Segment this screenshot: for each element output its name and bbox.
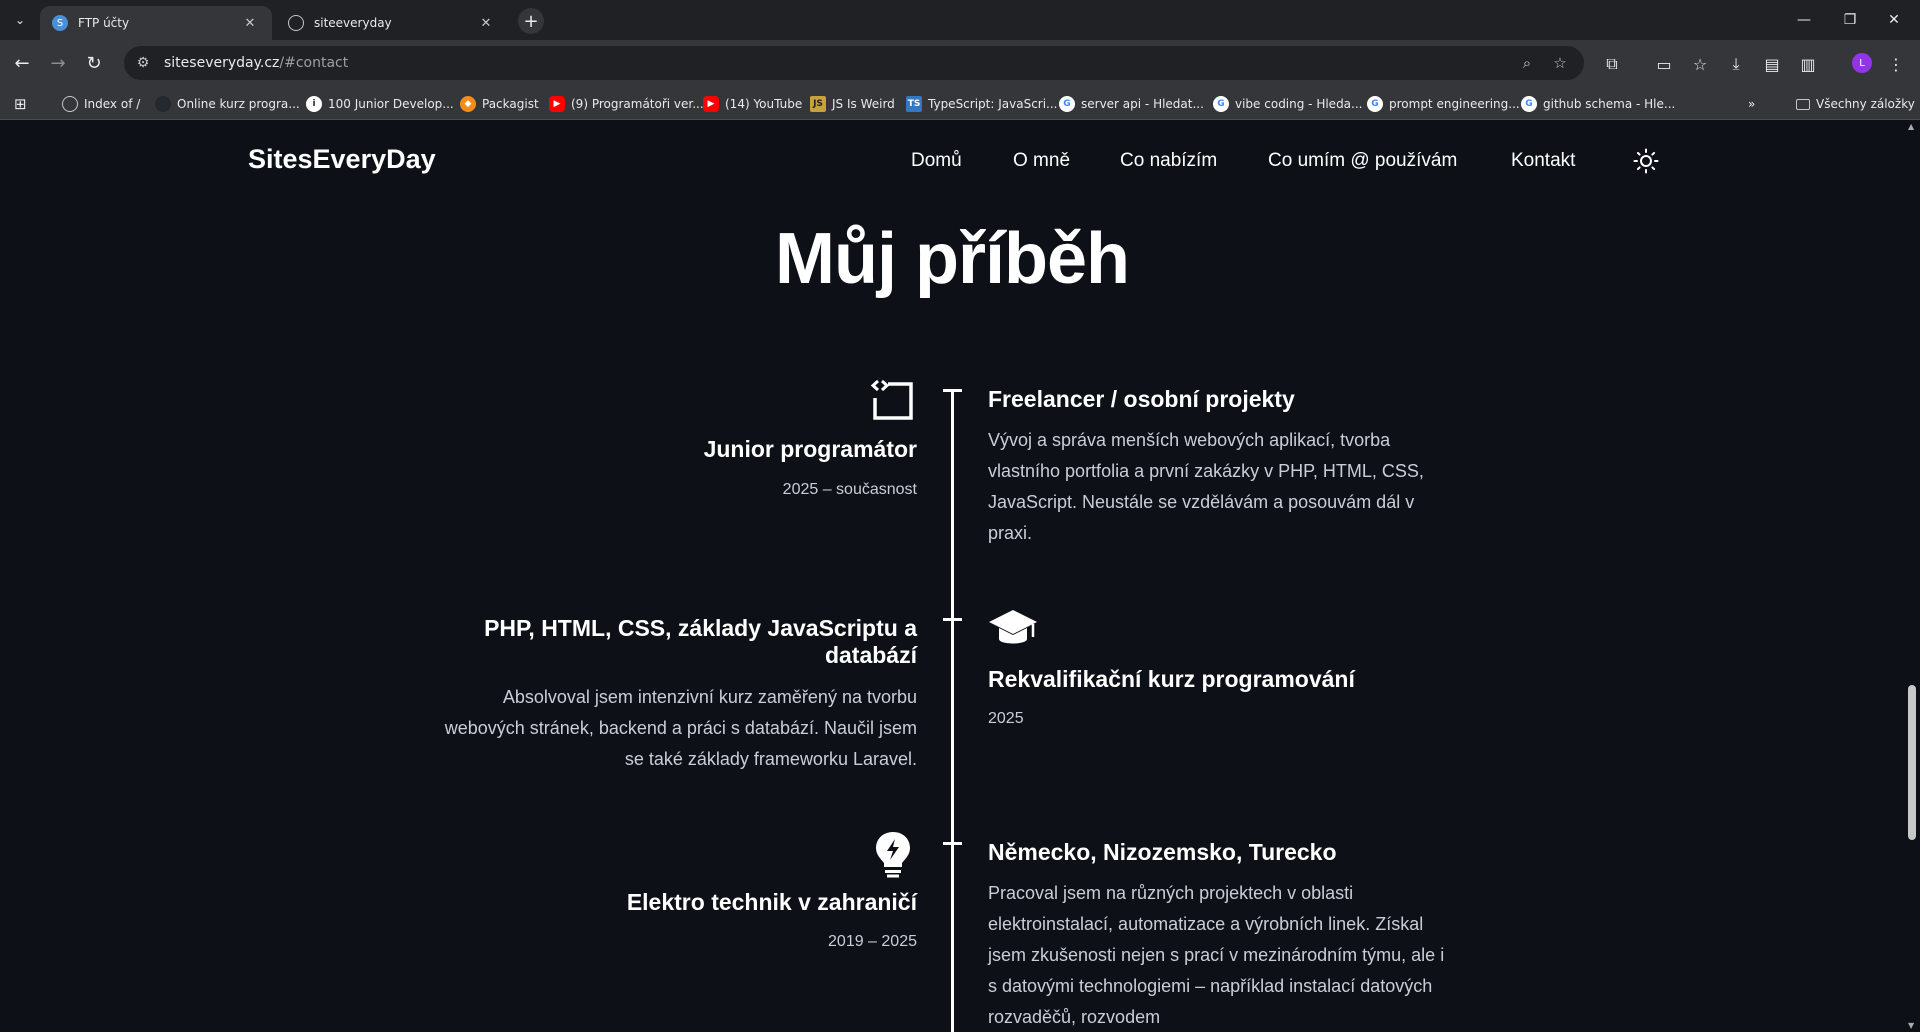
nav-contact[interactable]: Kontakt — [1511, 150, 1575, 172]
bookmark-item[interactable]: Gvibe coding - Hleda... — [1213, 93, 1362, 115]
timeline-line — [951, 390, 954, 1032]
tab-title: siteeveryday — [314, 16, 392, 30]
new-tab-button[interactable]: + — [518, 8, 544, 34]
entry-date: 2019 – 2025 — [828, 933, 917, 950]
side-panel-icon[interactable]: ▤ — [1760, 52, 1784, 76]
timeline-tick — [943, 618, 962, 621]
apps-grid-icon[interactable]: ⊞ — [14, 93, 27, 115]
zoom-icon[interactable]: ⌕ — [1516, 52, 1538, 74]
bookmark-item[interactable]: Index of / — [62, 93, 140, 115]
forward-arrow-icon[interactable]: → — [44, 49, 72, 77]
tab-title: FTP účty — [78, 16, 130, 30]
entry-date: 2025 — [988, 710, 1024, 727]
bookmark-item[interactable]: Gserver api - Hledat... — [1059, 93, 1204, 115]
sun-icon[interactable] — [1633, 148, 1659, 174]
lightbulb-icon — [876, 832, 910, 878]
google-icon: G — [1213, 96, 1229, 112]
reload-icon[interactable]: ↻ — [80, 49, 108, 77]
bookmark-item[interactable]: Gprompt engineering... — [1367, 93, 1520, 115]
entry-title: Rekvalifikační kurz programování — [988, 666, 1355, 692]
js-icon: JS — [810, 96, 826, 112]
scroll-up-arrow-icon[interactable]: ▲ — [1908, 122, 1914, 131]
site-logo[interactable]: SitesEveryDay — [248, 144, 436, 175]
ts-icon: TS — [906, 96, 922, 112]
bookmark-item[interactable]: Ggithub schema - Hle... — [1521, 93, 1675, 115]
more-bookmarks-icon[interactable]: » — [1748, 93, 1755, 115]
bookmark-item[interactable]: ▶ (9) Programátoři ver... — [549, 93, 704, 115]
timeline-tick — [943, 389, 962, 392]
bookmark-item[interactable]: i 100 Junior Develop... — [306, 93, 454, 115]
youtube-icon: ▶ — [549, 96, 565, 112]
youtube-icon: ▶ — [703, 96, 719, 112]
download-icon[interactable]: ⤓ — [1724, 52, 1748, 76]
graduation-cap-icon — [989, 610, 1037, 644]
scroll-down-arrow-icon[interactable]: ▼ — [1908, 1021, 1914, 1030]
nav-skills[interactable]: Co umím @ používám — [1268, 150, 1457, 172]
extensions-icon[interactable]: ⧉ — [1600, 52, 1624, 76]
tab-siteeveryday[interactable]: siteeveryday ✕ — [276, 6, 508, 40]
scrollbar-thumb[interactable] — [1908, 685, 1916, 840]
tab-search-icon[interactable]: ⌄ — [8, 8, 32, 32]
all-bookmarks-folder[interactable]: Všechny záložky — [1796, 93, 1915, 115]
globe-icon — [62, 96, 78, 112]
info-icon: i — [306, 96, 322, 112]
profile-avatar[interactable]: L — [1852, 53, 1872, 73]
entry-date: 2025 – současnost — [782, 481, 917, 498]
browser-toolbar: ← → ↻ ⚙ siteseveryday.cz/#contact ⌕ ☆ ⧉ … — [0, 40, 1920, 86]
entry-detail-title: Německo, Nizozemsko, Turecko — [988, 839, 1337, 865]
tab-ftp-accounts[interactable]: S FTP účty ✕ — [40, 6, 272, 40]
bookmark-item[interactable]: ▶ (14) YouTube — [703, 93, 802, 115]
github-icon — [155, 96, 171, 112]
bookmark-item[interactable]: TS TypeScript: JavaScri... — [906, 93, 1058, 115]
page-scrollbar[interactable]: ▲ ▼ — [1904, 120, 1920, 1032]
wallet-icon[interactable]: ▭ — [1652, 52, 1676, 76]
folder-icon — [1796, 98, 1810, 110]
bookmark-item[interactable]: JS JS Is Weird — [810, 93, 895, 115]
code-window-icon — [870, 379, 913, 420]
google-icon: G — [1059, 96, 1075, 112]
bookmarks-bar: ⊞ Index of / Online kurz progra... i 100 … — [0, 86, 1920, 120]
close-icon[interactable]: ✕ — [240, 13, 260, 33]
nav-about[interactable]: O mně — [1013, 150, 1070, 172]
site-info-icon[interactable]: ⚙ — [132, 52, 154, 74]
bookmark-star-icon[interactable]: ☆ — [1549, 52, 1571, 74]
globe-icon — [288, 15, 304, 31]
close-icon[interactable]: ✕ — [476, 13, 496, 33]
google-icon: G — [1521, 96, 1537, 112]
bookmark-item[interactable]: ◆ Packagist — [460, 93, 539, 115]
web-page: SitesEveryDay Domů O mně Co nabízím Co u… — [0, 120, 1904, 1032]
story-heading: Můj příběh — [775, 219, 1130, 299]
tab-strip: ⌄ S FTP účty ✕ siteeveryday ✕ + — ❐ ✕ — [0, 0, 1920, 40]
entry-detail-title: Freelancer / osobní projekty — [988, 386, 1295, 412]
entry-description: Absolvoval jsem intenzivní kurz zaměřený… — [444, 687, 917, 769]
entry-title: Junior programátor — [703, 436, 917, 462]
window-close-button[interactable]: ✕ — [1872, 6, 1916, 34]
google-icon: G — [1367, 96, 1383, 112]
bookmark-item[interactable]: Online kurz progra... — [155, 93, 300, 115]
url-text[interactable]: siteseveryday.cz/#contact — [164, 55, 348, 71]
reading-mode-icon[interactable]: ▥ — [1796, 52, 1820, 76]
minimize-button[interactable]: — — [1782, 6, 1826, 34]
back-arrow-icon[interactable]: ← — [8, 49, 36, 77]
timeline-tick — [943, 842, 962, 845]
address-bar[interactable]: ⚙ siteseveryday.cz/#contact ⌕ ☆ — [124, 46, 1584, 80]
menu-dots-icon[interactable]: ⋮ — [1884, 52, 1908, 76]
nav-home[interactable]: Domů — [911, 150, 962, 172]
entry-detail-title: PHP, HTML, CSS, základy JavaScriptu a da… — [484, 615, 917, 668]
restore-button[interactable]: ❐ — [1828, 6, 1872, 34]
packagist-icon: ◆ — [460, 96, 476, 112]
server-icon: S — [52, 15, 68, 31]
entry-description: Vývoj a správa menších webových aplikací… — [988, 430, 1424, 543]
favorites-icon[interactable]: ☆ — [1688, 52, 1712, 76]
entry-title: Elektro technik v zahraničí — [626, 889, 917, 915]
nav-services[interactable]: Co nabízím — [1120, 150, 1217, 172]
entry-description: Pracoval jsem na různých projektech v ob… — [988, 883, 1445, 1027]
